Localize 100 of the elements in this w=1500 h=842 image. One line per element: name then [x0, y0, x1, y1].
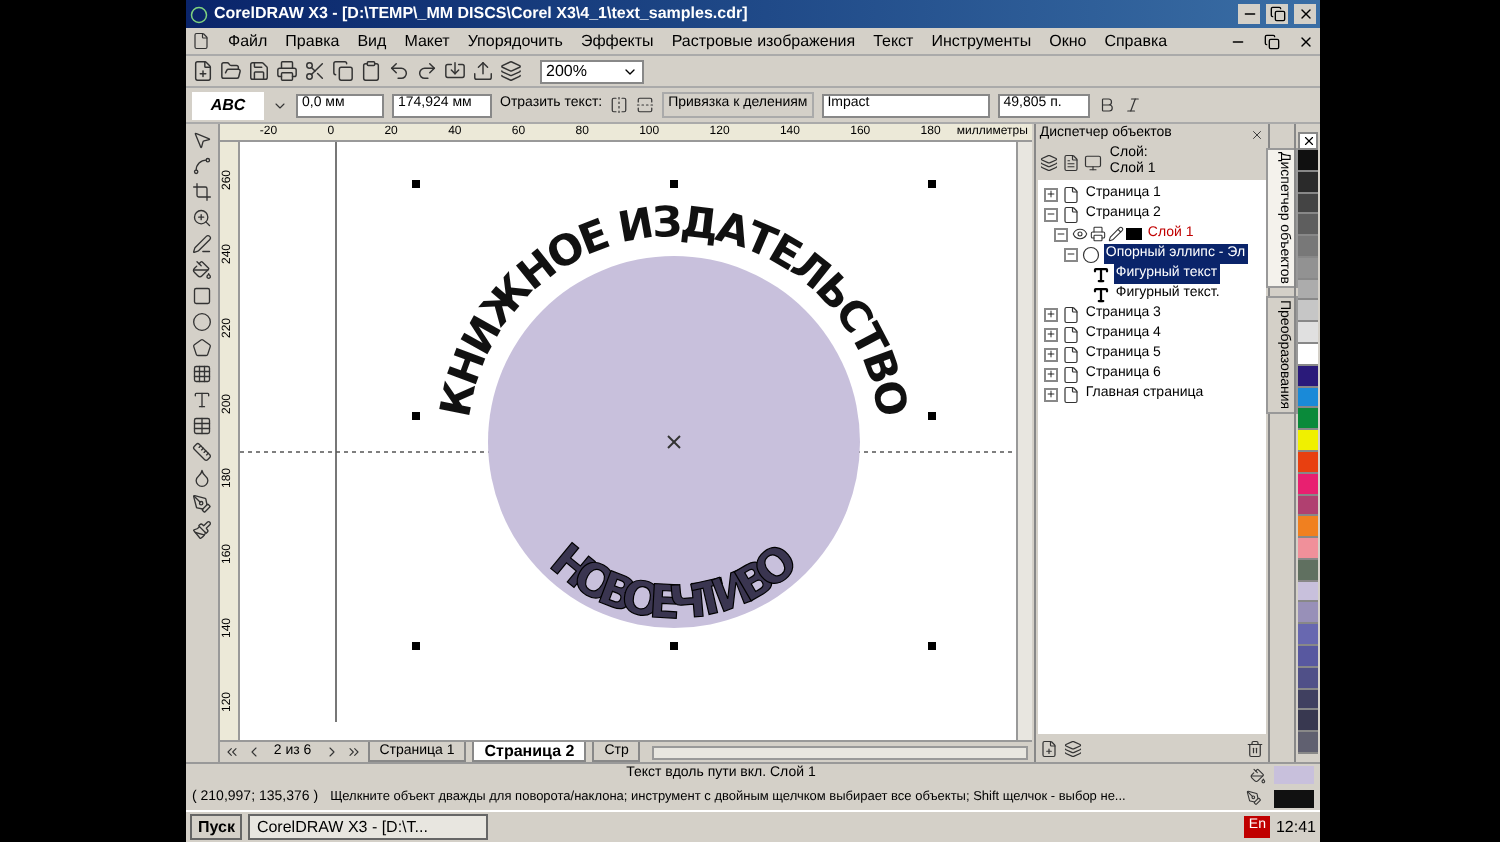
color-swatch[interactable]: [1298, 667, 1319, 690]
expand-icon[interactable]: [1043, 307, 1058, 321]
text-icon[interactable]: [191, 390, 212, 410]
delete-icon[interactable]: [1246, 739, 1265, 757]
menu-item[interactable]: Правка: [285, 29, 340, 53]
undo-icon[interactable]: [388, 60, 410, 82]
close-icon[interactable]: [1250, 127, 1265, 141]
new-layer-icon[interactable]: [1039, 739, 1058, 757]
pointer-icon[interactable]: [191, 130, 212, 150]
color-swatch[interactable]: [1298, 516, 1319, 539]
outline-icon[interactable]: [191, 494, 212, 514]
expand-icon[interactable]: [1043, 367, 1058, 381]
redo-icon[interactable]: [416, 60, 438, 82]
layers-icon[interactable]: [500, 60, 522, 82]
preset-dropdown[interactable]: ABC: [192, 91, 264, 119]
pen-icon[interactable]: [191, 234, 212, 254]
selection-handle[interactable]: [927, 412, 936, 420]
expand-icon[interactable]: [1043, 327, 1058, 341]
menu-item[interactable]: Эффекты: [580, 29, 654, 53]
crop-icon[interactable]: [191, 182, 212, 202]
menu-item[interactable]: Справка: [1104, 29, 1168, 53]
menu-item[interactable]: Макет: [404, 29, 450, 53]
color-swatch[interactable]: [1298, 171, 1319, 194]
cut-icon[interactable]: [304, 60, 326, 82]
copy-icon[interactable]: [332, 60, 354, 82]
color-swatch[interactable]: [1298, 408, 1319, 431]
color-swatch[interactable]: [1298, 279, 1319, 301]
no-color-swatch[interactable]: [1298, 132, 1319, 150]
color-swatch[interactable]: [1298, 300, 1319, 323]
brush-icon[interactable]: [191, 520, 212, 540]
color-swatch[interactable]: [1298, 495, 1319, 517]
curve-icon[interactable]: [191, 156, 212, 176]
new-file-icon[interactable]: [192, 60, 214, 82]
color-swatch[interactable]: [1298, 645, 1319, 668]
menu-item[interactable]: Текст: [873, 29, 914, 53]
dropper-icon[interactable]: [191, 468, 212, 488]
restore-icon[interactable]: [1264, 33, 1280, 49]
menu-item[interactable]: Инструменты: [931, 29, 1032, 53]
selection-handle[interactable]: [927, 642, 936, 650]
view-icon[interactable]: [1083, 153, 1102, 171]
ellipse-icon[interactable]: [191, 312, 212, 332]
page-tab[interactable]: Страница 2: [472, 742, 587, 762]
selection-handle[interactable]: [411, 180, 420, 188]
expand-icon[interactable]: [1043, 347, 1058, 361]
color-swatch[interactable]: [1298, 710, 1319, 733]
last-page-icon[interactable]: [345, 744, 362, 760]
color-swatch[interactable]: [1298, 538, 1319, 560]
color-swatch[interactable]: [1298, 732, 1319, 754]
dimension-icon[interactable]: [191, 442, 212, 462]
close-icon[interactable]: [1294, 4, 1316, 24]
properties-icon[interactable]: [1061, 153, 1080, 171]
rectangle-icon[interactable]: [191, 286, 212, 306]
mirror-vertical-icon[interactable]: [636, 96, 655, 114]
layers-icon[interactable]: [1039, 153, 1058, 171]
table-icon[interactable]: [191, 416, 212, 436]
eye-icon[interactable]: [1071, 226, 1088, 242]
menu-item[interactable]: Растровые изображения: [671, 29, 856, 53]
color-swatch[interactable]: [1298, 473, 1319, 495]
grid-icon[interactable]: [191, 364, 212, 384]
zoom-icon[interactable]: [191, 208, 212, 228]
color-swatch[interactable]: [1298, 430, 1319, 452]
color-swatch[interactable]: [1298, 365, 1319, 388]
paste-icon[interactable]: [360, 60, 382, 82]
color-swatch[interactable]: [1298, 581, 1319, 603]
selection-handle[interactable]: [669, 642, 678, 650]
color-swatch[interactable]: [1298, 236, 1319, 258]
expand-icon[interactable]: [1043, 187, 1058, 201]
color-swatch[interactable]: [1298, 602, 1319, 625]
color-swatch[interactable]: [1298, 150, 1319, 172]
minimize-icon[interactable]: [1238, 4, 1260, 24]
open-icon[interactable]: [220, 60, 242, 82]
horizontal-scrollbar[interactable]: [652, 745, 1028, 759]
export-icon[interactable]: [472, 60, 494, 82]
taskbar-button[interactable]: CorelDRAW X3 - [D:\T...: [248, 814, 489, 840]
color-swatch[interactable]: [1298, 193, 1319, 215]
selection-handle[interactable]: [411, 412, 420, 420]
color-swatch[interactable]: [1298, 689, 1319, 711]
pencil-icon[interactable]: [1107, 226, 1124, 242]
print-icon[interactable]: [276, 60, 298, 82]
color-swatch[interactable]: [1298, 257, 1319, 280]
selection-handle[interactable]: [927, 180, 936, 188]
import-icon[interactable]: [444, 60, 466, 82]
zoom-dropdown[interactable]: 200%: [540, 59, 644, 83]
color-swatch[interactable]: [1298, 344, 1319, 366]
layers-icon[interactable]: [1063, 739, 1082, 757]
color-swatch[interactable]: [1298, 559, 1319, 582]
expand-icon[interactable]: [1043, 387, 1058, 401]
collapse-icon[interactable]: [1043, 207, 1058, 221]
menu-item[interactable]: Вид: [357, 29, 387, 53]
save-icon[interactable]: [248, 60, 270, 82]
collapse-icon[interactable]: [1053, 227, 1068, 241]
mirror-horizontal-icon[interactable]: [610, 96, 629, 114]
italic-icon[interactable]: [1123, 96, 1142, 114]
menu-item[interactable]: Файл: [228, 29, 268, 53]
first-page-icon[interactable]: [223, 744, 240, 760]
fill-icon[interactable]: [191, 260, 212, 280]
color-swatch[interactable]: [1298, 387, 1319, 409]
bold-icon[interactable]: [1097, 96, 1116, 114]
collapse-icon[interactable]: [1063, 247, 1078, 261]
selection-handle[interactable]: [669, 180, 678, 188]
